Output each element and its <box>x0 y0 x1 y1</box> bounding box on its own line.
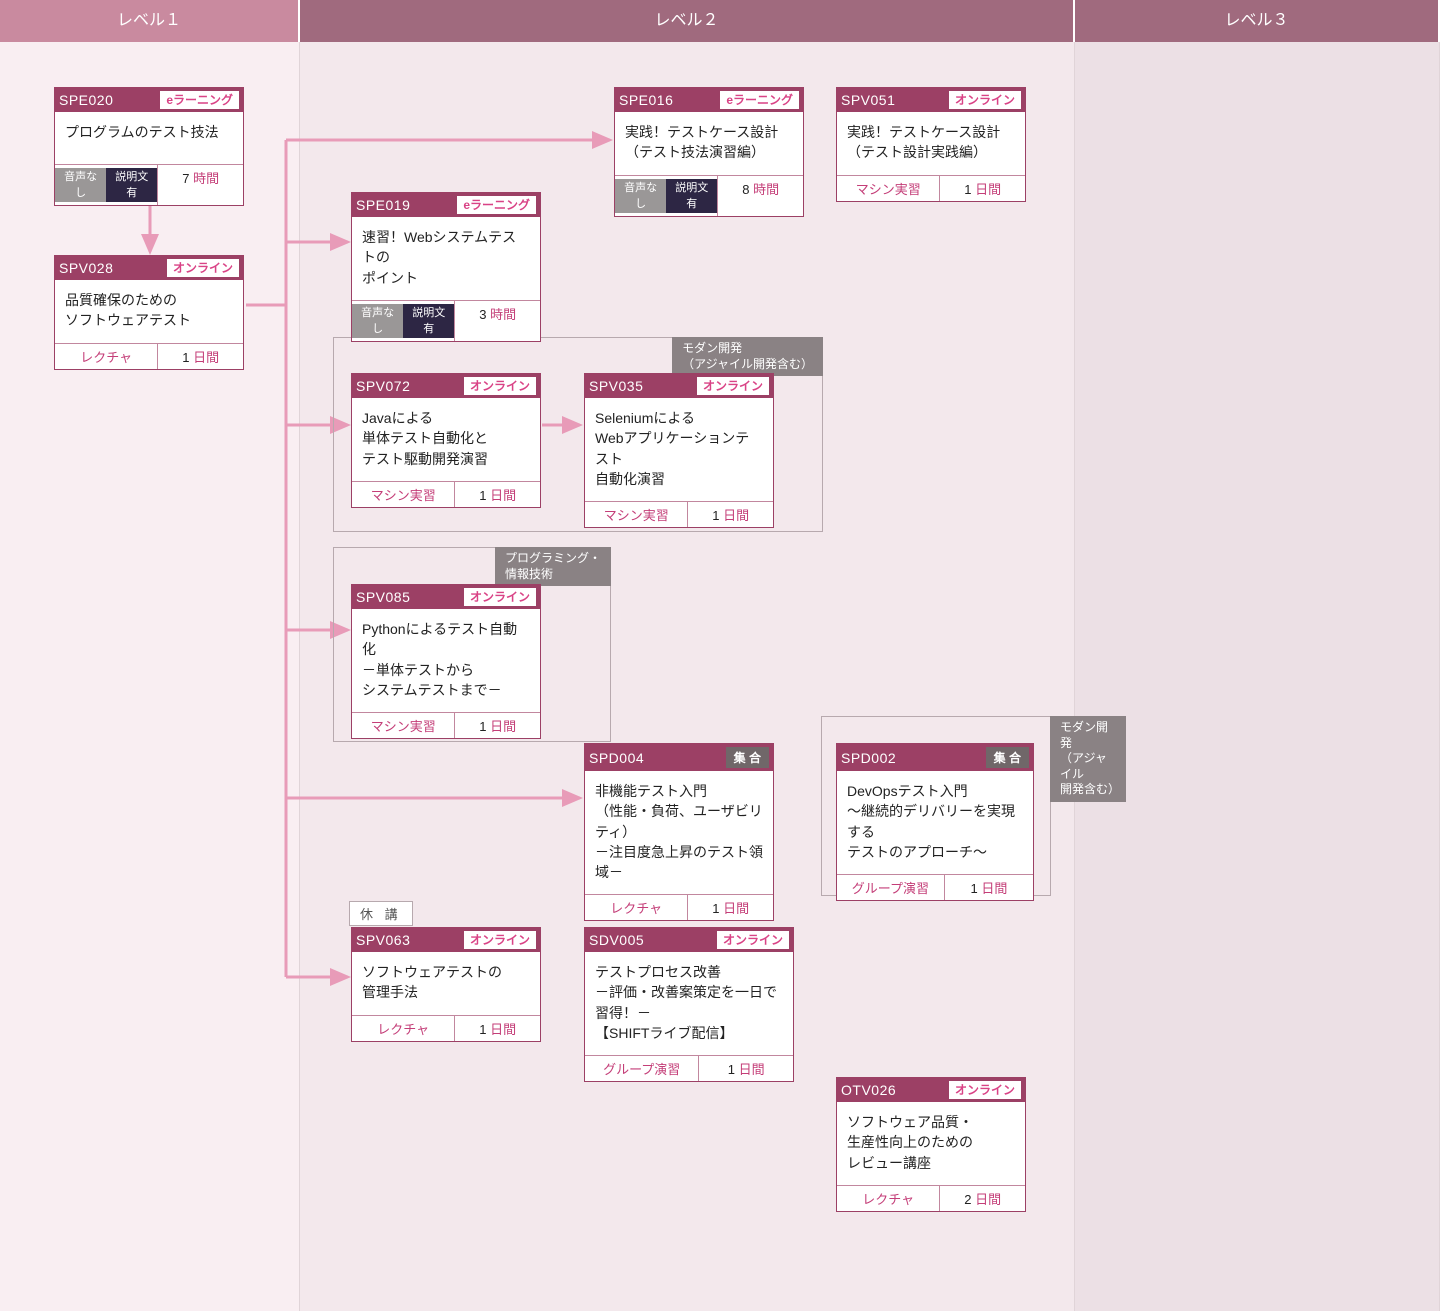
card-duration: 8 時間 <box>718 176 803 216</box>
card-title: Javaによる単体テスト自動化とテスト駆動開発演習 <box>352 398 540 481</box>
badge-elearning: eラーニング <box>160 91 239 109</box>
card-duration: 1 日間 <box>455 713 540 738</box>
card-duration: 1 日間 <box>940 176 1025 201</box>
card-code: SPV063 <box>356 932 410 948</box>
card-code: SPD004 <box>589 750 644 766</box>
card-title: 実践！テストケース設計（テスト技法演習編） <box>615 112 803 175</box>
diagram-canvas: レベル１ レベル２ レベル３ <box>0 0 1440 1311</box>
group-label-prog: プログラミング・情報技術 <box>495 547 611 586</box>
card-SPD004[interactable]: SPD004 集 合 非機能テスト入門（性能・負荷、ユーザビリティ）－注目度急上… <box>584 743 774 921</box>
card-SPE020[interactable]: SPE020 eラーニング プログラムのテスト技法 音声なし説明文有 7 時間 <box>54 87 244 206</box>
card-code: OTV026 <box>841 1082 896 1098</box>
card-method: レクチャ <box>352 1016 455 1041</box>
card-code: SPD002 <box>841 750 896 766</box>
level-header-3: レベル３ <box>1075 0 1440 42</box>
card-method: 音声なし説明文有 <box>615 176 718 216</box>
card-method: レクチャ <box>55 344 158 369</box>
card-duration: 1 日間 <box>455 1016 540 1041</box>
level-header-2: レベル２ <box>300 0 1075 42</box>
card-code: SPV035 <box>589 378 643 394</box>
card-SPV063[interactable]: SPV063 オンライン ソフトウェアテストの管理手法 レクチャ 1 日間 <box>351 927 541 1042</box>
badge-online: オンライン <box>167 259 239 277</box>
card-code: SPV072 <box>356 378 410 394</box>
card-SPV028[interactable]: SPV028 オンライン 品質確保のためのソフトウェアテスト レクチャ 1 日間 <box>54 255 244 370</box>
card-code: SDV005 <box>589 932 644 948</box>
level-column-3: レベル３ <box>1075 0 1440 1311</box>
badge-online: オンライン <box>464 377 536 395</box>
card-method: グループ演習 <box>837 875 945 900</box>
card-title: 非機能テスト入門（性能・負荷、ユーザビリティ）－注目度急上昇のテスト領域－ <box>585 771 773 894</box>
card-title: テストプロセス改善－評価・改善案策定を一日で習得！－【SHIFTライブ配信】 <box>585 952 793 1055</box>
card-code: SPE016 <box>619 92 673 108</box>
badge-elearning: eラーニング <box>720 91 799 109</box>
badge-online: オンライン <box>949 91 1021 109</box>
card-duration: 1 日間 <box>455 482 540 507</box>
card-method: グループ演習 <box>585 1056 699 1081</box>
card-code: SPE020 <box>59 92 113 108</box>
card-SPV072[interactable]: SPV072 オンライン Javaによる単体テスト自動化とテスト駆動開発演習 マ… <box>351 373 541 508</box>
card-method: レクチャ <box>585 895 688 920</box>
card-code: SPV028 <box>59 260 113 276</box>
level-header-1: レベル１ <box>0 0 300 42</box>
badge-online: オンライン <box>697 377 769 395</box>
card-SPV085[interactable]: SPV085 オンライン Pythonによるテスト自動化－単体テストからシステム… <box>351 584 541 739</box>
card-title: プログラムのテスト技法 <box>55 112 243 164</box>
card-SPD002[interactable]: SPD002 集 合 DevOpsテスト入門～継続的デリバリーを実現するテストの… <box>836 743 1034 901</box>
card-title: 速習！Webシステムテストのポイント <box>352 217 540 300</box>
card-SPV035[interactable]: SPV035 オンライン SeleniumによるWebアプリケーションテスト自動… <box>584 373 774 528</box>
card-title: SeleniumによるWebアプリケーションテスト自動化演習 <box>585 398 773 501</box>
card-title: Pythonによるテスト自動化－単体テストからシステムテストまで－ <box>352 609 540 712</box>
card-code: SPE019 <box>356 197 410 213</box>
card-method: マシン実習 <box>837 176 940 201</box>
card-OTV026[interactable]: OTV026 オンライン ソフトウェア品質・生産性向上のためのレビュー講座 レク… <box>836 1077 1026 1212</box>
card-duration: 1 日間 <box>688 895 773 920</box>
card-SPE016[interactable]: SPE016 eラーニング 実践！テストケース設計（テスト技法演習編） 音声なし… <box>614 87 804 217</box>
badge-online: オンライン <box>949 1081 1021 1099</box>
card-title: DevOpsテスト入門～継続的デリバリーを実現するテストのアプローチ～ <box>837 771 1033 874</box>
badge-online: オンライン <box>464 588 536 606</box>
card-duration: 7 時間 <box>158 165 243 205</box>
card-title: 実践！テストケース設計（テスト設計実践編） <box>837 112 1025 175</box>
card-title: 品質確保のためのソフトウェアテスト <box>55 280 243 343</box>
group-label-modern-2: モダン開発（アジャイル開発含む） <box>1050 716 1126 802</box>
badge-elearning: eラーニング <box>457 196 536 214</box>
card-method: 音声なし説明文有 <box>352 301 455 341</box>
card-title: ソフトウェア品質・生産性向上のためのレビュー講座 <box>837 1102 1025 1185</box>
group-label-modern: モダン開発（アジャイル開発含む） <box>672 337 823 376</box>
card-duration: 2 日間 <box>940 1186 1025 1211</box>
badge-group: 集 合 <box>986 747 1029 768</box>
card-method: 音声なし説明文有 <box>55 165 158 205</box>
card-method: マシン実習 <box>585 502 688 527</box>
card-SPE019[interactable]: SPE019 eラーニング 速習！Webシステムテストのポイント 音声なし説明文… <box>351 192 541 342</box>
card-duration: 3 時間 <box>455 301 540 341</box>
card-title: ソフトウェアテストの管理手法 <box>352 952 540 1015</box>
card-duration: 1 日間 <box>158 344 243 369</box>
card-duration: 1 日間 <box>688 502 773 527</box>
card-SDV005[interactable]: SDV005 オンライン テストプロセス改善－評価・改善案策定を一日で習得！－【… <box>584 927 794 1082</box>
card-method: マシン実習 <box>352 713 455 738</box>
card-SPV051[interactable]: SPV051 オンライン 実践！テストケース設計（テスト設計実践編） マシン実習… <box>836 87 1026 202</box>
card-method: マシン実習 <box>352 482 455 507</box>
badge-online: オンライン <box>464 931 536 949</box>
card-duration: 1 日間 <box>699 1056 793 1081</box>
badge-group: 集 合 <box>726 747 769 768</box>
suspended-badge: 休 講 <box>349 901 413 926</box>
card-code: SPV051 <box>841 92 895 108</box>
badge-online: オンライン <box>717 931 789 949</box>
card-code: SPV085 <box>356 589 410 605</box>
card-duration: 1 日間 <box>945 875 1033 900</box>
card-method: レクチャ <box>837 1186 940 1211</box>
